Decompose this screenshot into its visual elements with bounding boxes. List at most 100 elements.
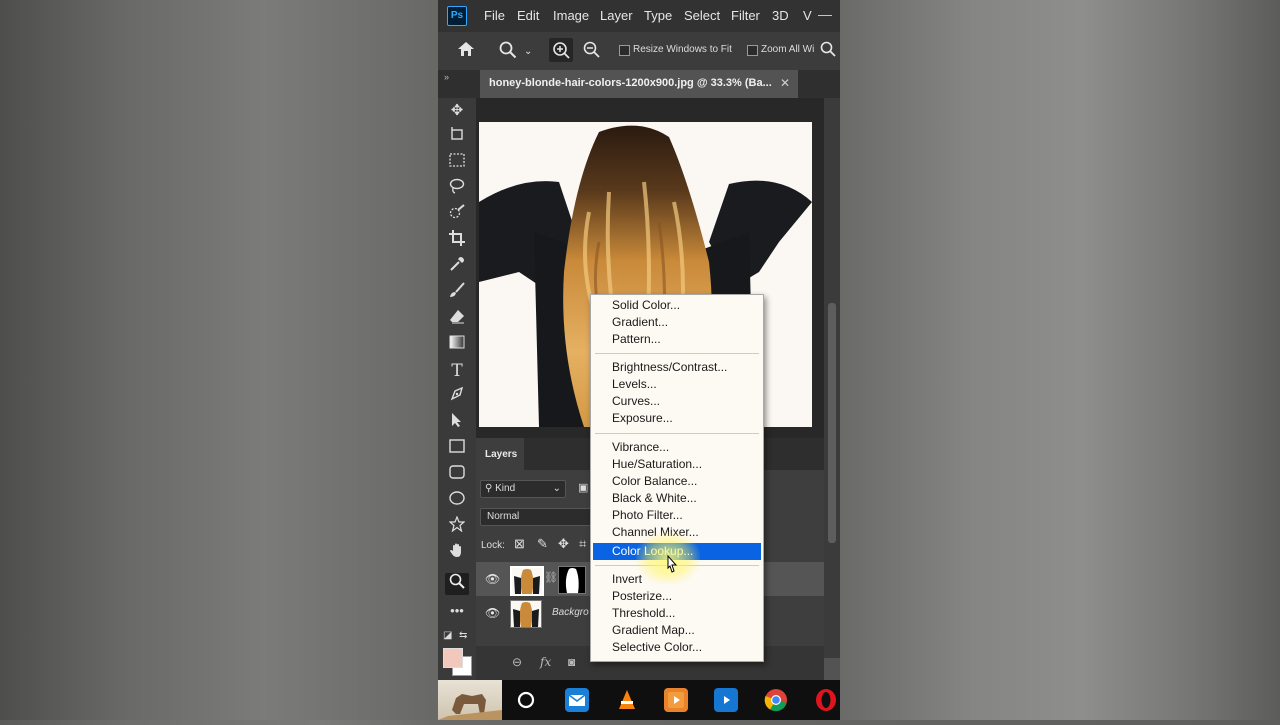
lock-transparent-icon[interactable]: ⊠	[514, 536, 525, 552]
more-tools-icon[interactable]: •••	[445, 600, 469, 622]
vertical-scrollbar[interactable]	[824, 98, 840, 658]
marquee-tool-icon[interactable]	[445, 152, 469, 174]
menu-select[interactable]: Select	[684, 8, 720, 23]
image-filter-icon[interactable]: ▣	[578, 481, 588, 494]
menu-item-pattern[interactable]: Pattern...	[593, 331, 761, 348]
add-mask-icon[interactable]: ◙	[568, 655, 575, 669]
menu-item-color-balance[interactable]: Color Balance...	[593, 473, 761, 490]
resize-windows-checkbox[interactable]	[619, 45, 630, 56]
minimize-icon[interactable]: —	[818, 6, 832, 22]
search-icon: ⚲	[485, 483, 493, 494]
link-layers-icon[interactable]: ⊖	[512, 655, 522, 669]
visibility-eye-icon[interactable]: 👁	[485, 606, 500, 620]
menu-type[interactable]: Type	[644, 8, 672, 23]
lock-image-icon[interactable]: ✎	[537, 536, 548, 552]
blend-mode-select[interactable]: Normal	[480, 508, 602, 526]
foreground-color-swatch[interactable]	[443, 648, 463, 668]
menu-item-hue-saturation[interactable]: Hue/Saturation...	[593, 456, 761, 473]
media-player-icon[interactable]	[664, 688, 688, 712]
menu-view[interactable]: V	[803, 8, 812, 23]
menu-bar: Ps File Edit Image Layer Type Select Fil…	[438, 0, 840, 32]
menu-item-photo-filter[interactable]: Photo Filter...	[593, 507, 761, 524]
menu-item-brightness-contrast[interactable]: Brightness/Contrast...	[593, 359, 761, 376]
zoom-out-icon[interactable]	[583, 41, 601, 64]
default-colors-icon[interactable]: ◪	[443, 630, 452, 641]
photoshop-logo-icon[interactable]: Ps	[447, 6, 467, 26]
menu-edit[interactable]: Edit	[517, 8, 539, 23]
layers-tab[interactable]: Layers	[476, 438, 524, 470]
fx-icon[interactable]: fx	[540, 655, 551, 669]
background-layer-name[interactable]: Backgro	[552, 607, 589, 618]
menu-item-solid-color[interactable]: Solid Color...	[593, 297, 761, 314]
crop-tool-icon[interactable]	[445, 230, 469, 252]
zoom-tool-icon[interactable]	[499, 41, 517, 64]
layer-filter-label: Kind	[495, 483, 516, 494]
zoom-all-windows-checkbox[interactable]	[747, 45, 758, 56]
menu-item-gradient-map[interactable]: Gradient Map...	[593, 622, 761, 639]
mask-link-icon[interactable]: ⛓	[544, 571, 558, 584]
windows-taskbar	[438, 680, 840, 720]
vlc-icon[interactable]	[615, 688, 639, 712]
menu-file[interactable]: File	[484, 8, 505, 23]
menu-item-black-white[interactable]: Black & White...	[593, 490, 761, 507]
menu-item-levels[interactable]: Levels...	[593, 376, 761, 393]
menu-item-selective-color[interactable]: Selective Color...	[593, 639, 761, 656]
lock-position-icon[interactable]: ✥	[558, 536, 569, 552]
chrome-icon[interactable]	[764, 688, 788, 712]
hand-tool-icon[interactable]	[445, 542, 469, 564]
gradient-tool-icon[interactable]	[445, 334, 469, 356]
menu-item-threshold[interactable]: Threshold...	[593, 605, 761, 622]
lasso-tool-icon[interactable]	[445, 178, 469, 200]
mail-icon[interactable]	[565, 688, 589, 712]
type-tool-icon[interactable]: T	[445, 360, 469, 382]
rectangle-tool-icon[interactable]	[445, 438, 469, 460]
opera-icon[interactable]	[814, 688, 838, 712]
menu-filter[interactable]: Filter	[731, 8, 760, 23]
menu-item-gradient[interactable]: Gradient...	[593, 314, 761, 331]
menu-item-curves[interactable]: Curves...	[593, 393, 761, 410]
menu-layer[interactable]: Layer	[600, 8, 633, 23]
quick-selection-tool-icon[interactable]	[445, 204, 469, 226]
path-selection-tool-icon[interactable]	[445, 412, 469, 434]
scrollbar-thumb[interactable]	[828, 303, 836, 543]
artboard-tool-icon[interactable]	[445, 126, 469, 148]
eyedropper-tool-icon[interactable]	[445, 256, 469, 278]
blend-mode-label: Normal	[487, 511, 520, 522]
cortana-circle-icon[interactable]	[514, 688, 538, 712]
layer-thumbnail[interactable]	[510, 566, 544, 596]
lock-label: Lock:	[481, 540, 505, 551]
search-icon[interactable]	[820, 41, 836, 62]
brush-tool-icon[interactable]	[445, 282, 469, 304]
close-icon[interactable]: ✕	[780, 76, 790, 90]
double-chevron-icon[interactable]: »	[444, 72, 449, 82]
layer-mask-thumbnail[interactable]	[558, 566, 586, 594]
movies-tv-icon[interactable]	[714, 688, 738, 712]
menu-image[interactable]: Image	[553, 8, 589, 23]
pen-tool-icon[interactable]	[445, 386, 469, 408]
document-tab[interactable]: honey-blonde-hair-colors-1200x900.jpg @ …	[480, 70, 798, 98]
move-tool-icon[interactable]: ✥	[445, 100, 469, 122]
chevron-down-icon: ⌄	[552, 483, 561, 494]
menu-item-posterize[interactable]: Posterize...	[593, 588, 761, 605]
zoom-in-icon[interactable]	[549, 38, 573, 62]
swap-colors-icon[interactable]: ⇆	[459, 630, 467, 641]
custom-shape-tool-icon[interactable]	[445, 515, 469, 538]
lock-artboard-icon[interactable]: ⌗	[579, 536, 586, 552]
layer-filter-select[interactable]: ⚲ Kind ⌄	[480, 480, 566, 498]
document-tab-row: » honey-blonde-hair-colors-1200x900.jpg …	[438, 70, 840, 98]
zoom-tool-active-icon[interactable]	[445, 573, 469, 595]
tools-panel: ✥ T ••• ◪ ⇆	[438, 98, 476, 680]
chevron-down-icon[interactable]: ⌄	[524, 46, 532, 57]
desktop-thumbnail[interactable]	[438, 680, 502, 720]
home-icon[interactable]	[457, 41, 475, 62]
ellipse-tool-icon[interactable]	[445, 490, 469, 512]
menu-item-exposure[interactable]: Exposure...	[593, 410, 761, 427]
menu-3d[interactable]: 3D	[772, 8, 789, 23]
background-layer-thumbnail[interactable]	[510, 600, 542, 628]
rounded-rectangle-tool-icon[interactable]	[445, 464, 469, 486]
document-tab-title: honey-blonde-hair-colors-1200x900.jpg @ …	[489, 77, 772, 89]
menu-item-vibrance[interactable]: Vibrance...	[593, 439, 761, 456]
options-bar: ⌄ Resize Windows to Fit Zoom All Wi	[438, 32, 840, 71]
visibility-eye-icon[interactable]: 👁	[485, 572, 500, 586]
eraser-tool-icon[interactable]	[445, 308, 469, 330]
